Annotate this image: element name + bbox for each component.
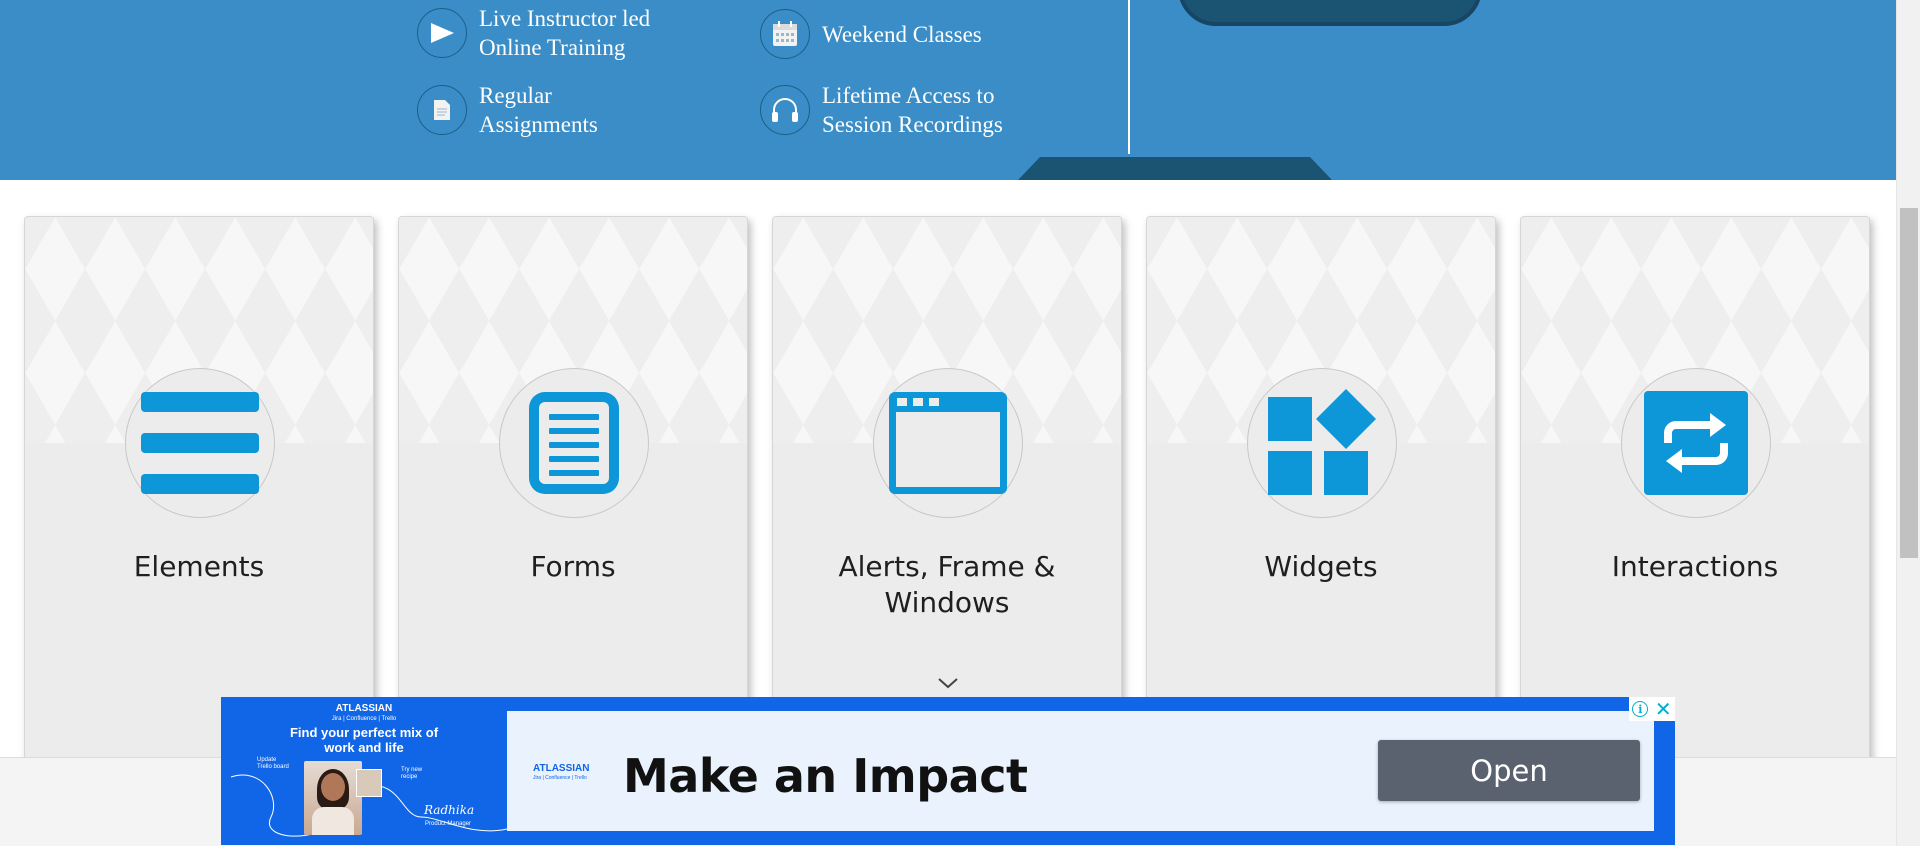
feature-label: Lifetime Access to Session Recordings xyxy=(822,83,1003,137)
chevron-down-icon[interactable] xyxy=(937,677,959,689)
card-widgets[interactable]: Widgets xyxy=(1146,216,1496,776)
ad-brand-products: Jira | Confluence | Trello xyxy=(331,716,397,722)
card-title: Interactions xyxy=(1611,550,1779,583)
card-forms[interactable]: Forms xyxy=(398,216,748,776)
ad-note-left: Update Trello board xyxy=(257,757,289,770)
document-icon xyxy=(417,85,467,135)
feature-label: Live Instructor led Online Training xyxy=(479,6,651,60)
card-title: Forms xyxy=(530,550,616,583)
play-icon xyxy=(417,8,467,58)
enroll-pill-button[interactable] xyxy=(1178,0,1482,26)
feature-assignments: Regular Assignments xyxy=(417,81,598,139)
ad-title: Make an Impact xyxy=(623,749,1028,803)
hamburger-icon xyxy=(141,392,259,494)
ad-person-photo xyxy=(304,761,362,835)
ad-thumbnail-image xyxy=(356,769,382,797)
card-title: Widgets xyxy=(1264,550,1378,583)
ad-choices[interactable]: i ✕ xyxy=(1629,697,1675,721)
ad-brand-products-small: Jira | Confluence | Trello xyxy=(533,775,587,781)
banner-divider xyxy=(1128,0,1130,154)
feature-live-training: Live Instructor led Online Training xyxy=(417,4,650,62)
card-icon-circle xyxy=(1247,368,1397,518)
card-elements[interactable]: Elements xyxy=(24,216,374,776)
card-title: Alerts, Frame & Windows xyxy=(838,550,1056,619)
scrollbar-thumb[interactable] xyxy=(1900,208,1918,558)
ad-signature: Radhika xyxy=(424,803,475,817)
feature-label: Regular Assignments xyxy=(479,83,598,137)
course-banner: Live Instructor led Online Training Regu… xyxy=(0,0,1896,180)
headphones-icon xyxy=(760,85,810,135)
ad-headline: Find your perfect mix of work and life xyxy=(289,725,439,755)
ad-brand-logo: ATLASSIAN xyxy=(335,703,393,714)
ad-right-panel[interactable]: ATLASSIAN Jira | Confluence | Trello Mak… xyxy=(507,711,1654,831)
close-icon[interactable]: ✕ xyxy=(1655,699,1672,719)
widgets-icon xyxy=(1268,389,1376,495)
card-icon-circle xyxy=(1621,368,1771,518)
ad-open-button[interactable]: Open xyxy=(1378,740,1640,801)
repeat-arrows-icon xyxy=(1644,391,1748,495)
form-document-icon xyxy=(529,392,619,494)
feature-weekend-classes: Weekend Classes xyxy=(760,9,982,59)
calendar-icon xyxy=(760,9,810,59)
banner-tab-shape xyxy=(1018,157,1332,180)
card-interactions[interactable]: Interactions xyxy=(1520,216,1870,776)
feature-label: Weekend Classes xyxy=(822,21,982,47)
ad-role: Product Manager xyxy=(425,821,472,827)
ad-note-right: Try new recipe xyxy=(401,767,423,780)
card-icon-circle xyxy=(499,368,649,518)
card-icon-circle xyxy=(873,368,1023,518)
card-icon-circle xyxy=(125,368,275,518)
feature-lifetime-access: Lifetime Access to Session Recordings xyxy=(760,81,1003,139)
advertisement-banner[interactable]: ATLASSIAN Jira | Confluence | Trello Fin… xyxy=(221,697,1675,845)
ad-brand-logo-small: ATLASSIAN xyxy=(533,763,590,774)
card-alerts-frame-windows[interactable]: Alerts, Frame & Windows xyxy=(772,216,1122,776)
card-title: Elements xyxy=(133,550,265,583)
browser-window-icon xyxy=(889,392,1007,494)
vertical-scrollbar[interactable] xyxy=(1896,0,1920,846)
info-icon[interactable]: i xyxy=(1632,701,1649,717)
ad-left-panel[interactable]: ATLASSIAN Jira | Confluence | Trello Fin… xyxy=(221,697,507,845)
